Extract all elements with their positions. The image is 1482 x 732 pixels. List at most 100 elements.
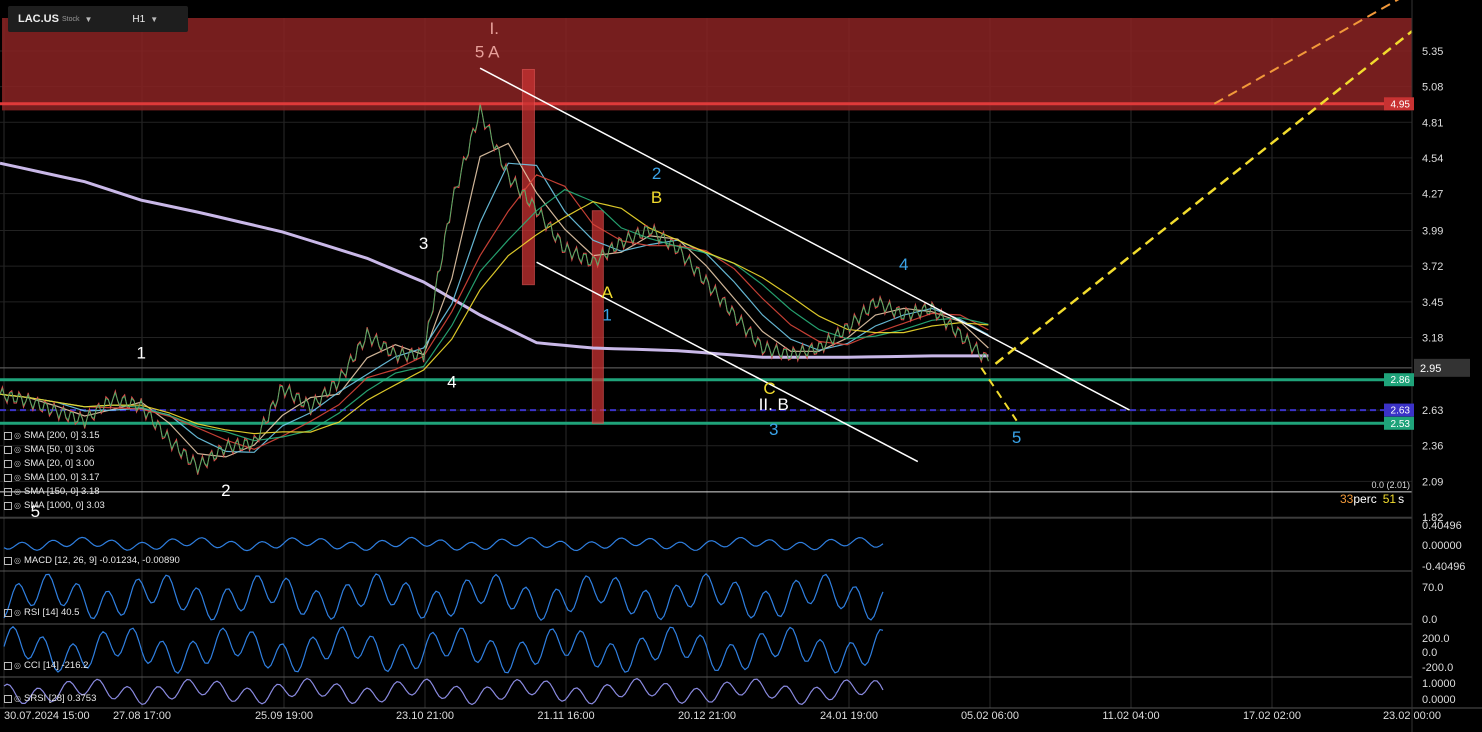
pane-axis-label: 0.0 [1422,647,1437,659]
sma-legend-item[interactable]: ◎ SMA [150, 0] 3.18 [4,486,100,497]
indicator-settings-icon[interactable] [4,556,12,565]
sma-legend-label: SMA [100, 0] 3.17 [24,472,100,483]
pane-axis-label: 1.0000 [1422,678,1456,690]
x-tick-label: 05.02 06:00 [961,710,1019,722]
rsi-label: RSI [14] 40.5 [24,607,80,618]
y-tick-label: 5.35 [1422,46,1443,58]
rsi-legend[interactable]: ◎ RSI [14] 40.5 [4,607,79,618]
eye-icon[interactable]: ◎ [14,501,22,510]
wave-label: 1 [602,305,611,324]
eye-icon[interactable]: ◎ [14,694,22,703]
wave-label: 4 [447,373,456,392]
wave-label: B [651,188,662,207]
y-tick-label: 3.99 [1422,226,1443,238]
indicator-settings-icon[interactable] [4,487,12,496]
eye-icon[interactable]: ◎ [14,661,22,670]
x-tick-label: 23.10 21:00 [396,710,454,722]
sma-legend-label: SMA [200, 0] 3.15 [24,430,100,441]
macd-legend[interactable]: ◎ MACD [12, 26, 9] -0.01234, -0.00890 [4,555,180,566]
y-tick-label: 2.63 [1422,405,1443,417]
indicator-settings-icon[interactable] [4,694,12,703]
y-tick-label: 4.27 [1422,189,1443,201]
wave-label: 2 [652,164,661,183]
wave-label: 1 [136,344,145,363]
pane-axis-label: -200.0 [1422,662,1453,674]
x-tick-label: 20.12 21:00 [678,710,736,722]
resistance-zone [2,18,1412,111]
fib-label: 0.0 (2.01) [1371,480,1410,490]
wave-label: 4 [899,255,908,274]
x-tick-label: 24.01 19:00 [820,710,878,722]
eye-icon[interactable]: ◎ [14,459,22,468]
wave-label: 5 A [475,43,500,62]
eye-icon[interactable]: ◎ [14,473,22,482]
eye-icon[interactable]: ◎ [14,445,22,454]
sma-legend-label: SMA [50, 0] 3.06 [24,444,95,455]
symbol-selector[interactable]: LAC.US [18,13,59,25]
macd-label: MACD [12, 26, 9] -0.01234, -0.00890 [24,555,180,566]
sma-legend-label: SMA [20, 0] 3.00 [24,458,95,469]
wave-label: 3 [419,234,428,253]
price-tag-label: 2.53 [1391,419,1411,430]
range-bar [521,68,535,286]
pane-axis-label: 70.0 [1422,582,1443,594]
price-chart: I.5 A12345A12BCII. B345 5.355.084.814.54… [0,0,1482,732]
sma-legend-item[interactable]: ◎ SMA [1000, 0] 3.03 [4,500,105,511]
price-tag-label: 2.63 [1391,406,1411,417]
wave-label: 3 [769,420,778,439]
x-tick-label: 27.08 17:00 [113,710,171,722]
eye-icon[interactable]: ◎ [14,608,22,617]
current-price-label: 2.95 [1420,363,1441,375]
y-tick-label: 5.08 [1422,82,1443,94]
pane-axis-label: 0.40496 [1422,520,1462,532]
y-tick-label: 3.45 [1422,297,1443,309]
y-tick-label: 3.72 [1422,261,1443,273]
timeframe-selector[interactable]: H1 [132,14,145,25]
indicator-settings-icon[interactable] [4,445,12,454]
x-tick-label: 21.11 16:00 [537,710,594,722]
wave-label: 5 [1012,428,1021,447]
pane-axis-label: 0.0000 [1422,694,1456,706]
x-tick-label: 17.02 02:00 [1243,710,1301,722]
indicator-settings-icon[interactable] [4,608,12,617]
indicator-settings-icon[interactable] [4,459,12,468]
indicator-settings-icon[interactable] [4,501,12,510]
y-tick-label: 2.09 [1422,476,1443,488]
eye-icon[interactable]: ◎ [14,487,22,496]
indicator-settings-icon[interactable] [4,473,12,482]
sma-legend-item[interactable]: ◎ SMA [200, 0] 3.15 [4,430,100,441]
sma-legend-label: SMA [1000, 0] 3.03 [24,500,105,511]
cci-legend[interactable]: ◎ CCI [14] -216.2 [4,660,88,671]
indicator-settings-icon[interactable] [4,661,12,670]
pane-axis-label: 0.00000 [1422,540,1462,552]
pane-axis-label: -0.40496 [1422,561,1465,573]
sma-legend-item[interactable]: ◎ SMA [50, 0] 3.06 [4,444,94,455]
pane-axis-label: 200.0 [1422,633,1450,645]
x-tick-label: 30.07.2024 15:00 [4,710,90,722]
wave-label: II. B [759,395,789,414]
sma-legend-item[interactable]: ◎ SMA [20, 0] 3.00 [4,458,94,469]
chevron-down-icon[interactable]: ▼ [84,15,92,24]
price-tag-label: 4.95 [1391,99,1411,110]
wave-label: 2 [221,481,230,500]
y-tick-label: 3.18 [1422,332,1443,344]
srsi-label: SRSI [28] 0.3753 [24,693,97,704]
pane-axis-label: 0.0 [1422,614,1437,626]
indicator-settings-icon[interactable] [4,431,12,440]
sma-legend-item[interactable]: ◎ SMA [100, 0] 3.17 [4,472,100,483]
x-tick-label: 25.09 19:00 [255,710,313,722]
y-tick-label: 4.54 [1422,153,1443,165]
price-tag-label: 2.86 [1391,375,1411,386]
chevron-down-icon[interactable]: ▼ [150,15,158,24]
perc-label: 33perc 51 s [1340,492,1404,506]
wave-label: A [601,283,613,302]
symbol-toolbar: LAC.US Stock ▼ H1 ▼ [8,6,188,32]
eye-icon[interactable]: ◎ [14,556,22,565]
cci-label: CCI [14] -216.2 [24,660,89,671]
x-tick-label: 11.02 04:00 [1102,710,1159,722]
sma-legend-label: SMA [150, 0] 3.18 [24,486,100,497]
srsi-legend[interactable]: ◎ SRSI [28] 0.3753 [4,693,96,704]
y-tick-label: 2.36 [1422,441,1443,453]
wave-label: I. [489,19,498,38]
eye-icon[interactable]: ◎ [14,431,22,440]
